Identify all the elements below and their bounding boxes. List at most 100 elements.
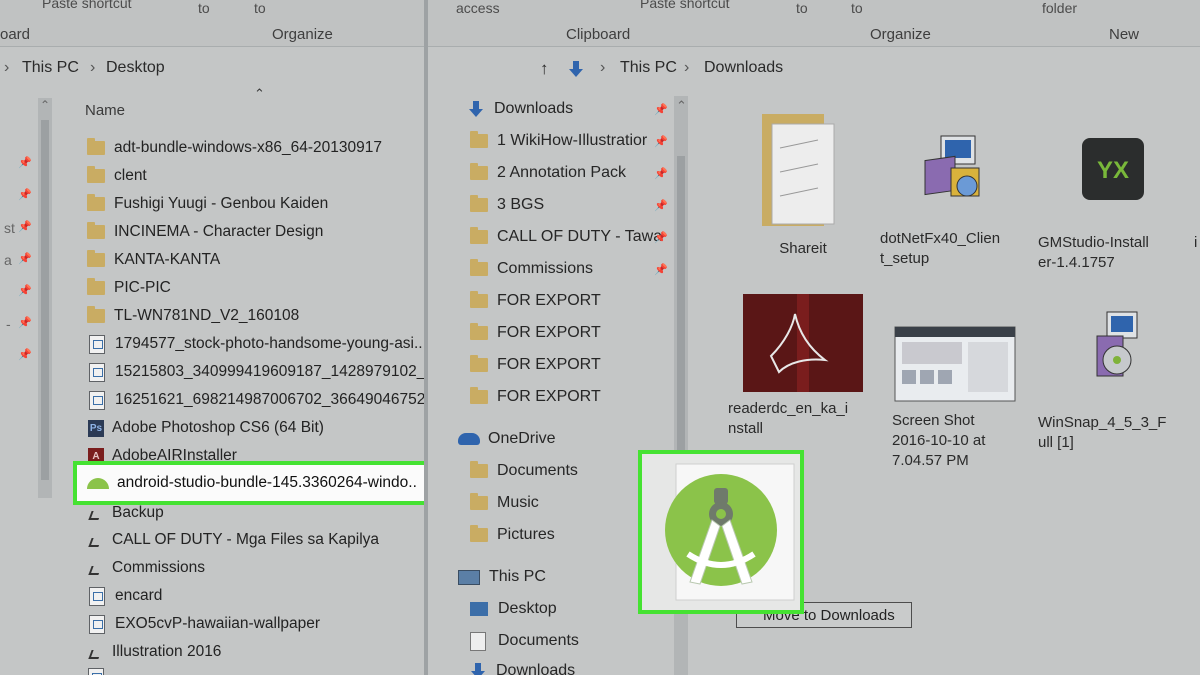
tile-dotnetfx[interactable]: dotNetFx40_Clien t_setup	[880, 128, 1030, 269]
nav-item[interactable]: 2 Annotation Pack	[470, 159, 626, 187]
list-item[interactable]: TL-WN781ND_V2_160108	[87, 303, 299, 329]
list-item[interactable]: 1794577_stock-photo-handsome-young-asi..	[89, 331, 423, 357]
left-nav-scrollbar[interactable]	[38, 98, 52, 498]
list-item[interactable]: Illustration 2016	[88, 639, 221, 665]
pin-icon[interactable]: 📌	[18, 156, 32, 169]
folder-icon	[87, 138, 105, 155]
nav-item-this-pc[interactable]: This PC	[458, 563, 546, 591]
pin-icon[interactable]: 📌	[654, 103, 668, 116]
pin-icon[interactable]: 📌	[18, 252, 32, 265]
copy-to-button[interactable]: to	[851, 0, 863, 16]
folder-icon	[470, 259, 488, 276]
nav-item[interactable]: FOR EXPORT	[470, 287, 601, 315]
list-item[interactable]: 16251621_698214987006702_3664904675216..…	[89, 387, 424, 413]
tile-screenshot[interactable]: Screen Shot 2016-10-10 at 7.04.57 PM	[880, 326, 1030, 471]
nav-fragment[interactable]: st	[4, 220, 15, 236]
screenshot-thumbnail	[894, 326, 1016, 402]
right-ribbon: access Paste shortcut to to folder Clipb…	[428, 0, 1200, 47]
right-explorer-window: access Paste shortcut to to folder Clipb…	[428, 0, 1200, 675]
folder-icon	[470, 163, 488, 180]
pin-icon[interactable]: 📌	[654, 231, 668, 244]
list-item[interactable]: adt-bundle-windows-x86_64-20130917	[87, 135, 382, 161]
nav-fragment[interactable]: a	[4, 252, 12, 268]
android-studio-icon	[665, 463, 795, 601]
nav-item[interactable]: 1 WikiHow-Illustratior	[470, 127, 647, 155]
paste-shortcut-button[interactable]: Paste shortcut	[640, 0, 730, 11]
nav-item[interactable]: Documents	[470, 627, 579, 655]
breadcrumb-separator: ›	[4, 59, 10, 76]
scroll-up-icon[interactable]: ⌃	[40, 98, 50, 112]
scrollbar-thumb[interactable]	[41, 120, 49, 480]
list-item[interactable]: clent	[87, 163, 147, 189]
nav-item[interactable]: Pictures	[470, 521, 555, 549]
folder-icon	[470, 525, 488, 542]
pin-icon[interactable]: 📌	[654, 135, 668, 148]
selected-file-android-studio[interactable]: android-studio-bundle-145.3360264-windo.…	[73, 461, 434, 505]
breadcrumb-desktop[interactable]: Desktop	[106, 59, 165, 77]
nav-item-onedrive[interactable]: OneDrive	[458, 425, 556, 453]
tile-winsnap[interactable]: WinSnap_4_5_3_F ull [1]	[1038, 310, 1188, 453]
list-item[interactable]: Ps Adobe Photoshop CS6 (64 Bit)	[88, 415, 324, 441]
nav-item[interactable]: FOR EXPORT	[470, 319, 601, 347]
list-item[interactable]: Commissions	[88, 555, 205, 581]
tile-caption: dotNetFx40_Clien t_setup	[880, 230, 1001, 267]
pin-icon[interactable]: 📌	[18, 220, 32, 233]
move-to-button[interactable]: to	[198, 0, 210, 16]
svg-text:YX: YX	[1097, 157, 1129, 184]
list-item[interactable]: Fushigi Yuugi - Genbou Kaiden	[87, 191, 328, 217]
nav-item[interactable]: Desktop	[470, 595, 557, 623]
move-to-button[interactable]: to	[796, 0, 808, 16]
nav-item[interactable]: Downloads	[470, 657, 575, 675]
dragged-android-studio-icon[interactable]	[638, 450, 804, 614]
left-address-bar[interactable]: › This PC › Desktop	[0, 48, 424, 88]
breadcrumb-this-pc[interactable]: This PC	[22, 59, 79, 77]
nav-item[interactable]: Commissions	[470, 255, 593, 283]
list-item[interactable]: encard	[89, 583, 162, 609]
nav-item[interactable]: Documents	[470, 457, 578, 485]
pin-icon[interactable]: 📌	[18, 348, 32, 361]
nav-item[interactable]: 3 BGS	[470, 191, 544, 219]
nav-item[interactable]: Music	[470, 489, 539, 517]
list-item[interactable]: 15215803_340999419609187_1428979102_o	[89, 359, 424, 385]
list-item[interactable]: EXO5cvP-hawaiian-wallpaper	[89, 611, 320, 637]
copy-to-button[interactable]: to	[254, 0, 266, 16]
new-folder-button[interactable]: folder	[1042, 0, 1077, 16]
breadcrumb-this-pc[interactable]: This PC	[620, 59, 677, 77]
tile-shareit[interactable]: Shareit	[728, 108, 878, 259]
folder-icon	[87, 278, 105, 295]
nav-item[interactable]: CALL OF DUTY - Tawa	[470, 223, 662, 251]
pin-icon[interactable]: 📌	[18, 284, 32, 297]
copy-path-access-button[interactable]: access	[456, 0, 500, 16]
folder-icon	[87, 250, 105, 267]
nav-fragment[interactable]: -	[6, 316, 11, 332]
paste-shortcut-button[interactable]: Paste shortcut	[42, 0, 132, 11]
breadcrumb-separator: ›	[90, 59, 96, 76]
installer-icon	[924, 135, 980, 197]
folder-icon	[470, 461, 488, 478]
list-item[interactable]: CALL OF DUTY - Mga Files sa Kapilya	[88, 527, 379, 553]
column-header-name[interactable]: Name	[85, 102, 125, 119]
nav-item[interactable]: FOR EXPORT	[470, 383, 601, 411]
tile-readerdc[interactable]: readerdc_en_ka_i nstall	[728, 292, 878, 439]
desktop-icon	[470, 602, 488, 616]
right-address-bar[interactable]: ↑ › This PC › Downloads	[428, 48, 1200, 88]
list-item[interactable]: PIC-PIC	[87, 275, 171, 301]
folder-icon	[470, 227, 488, 244]
list-item[interactable]: KANTA-KANTA	[87, 247, 220, 273]
up-arrow-icon[interactable]: ↑	[540, 59, 549, 79]
pin-icon[interactable]: 📌	[654, 199, 668, 212]
nav-item[interactable]: FOR EXPORT	[470, 351, 601, 379]
nav-item-downloads[interactable]: Downloads	[468, 95, 573, 123]
scroll-up-icon[interactable]: ⌃	[676, 98, 687, 114]
list-item[interactable]: INCINEMA - Character Design	[87, 219, 323, 245]
tile-fragment[interactable]: i	[1194, 234, 1197, 251]
breadcrumb-downloads[interactable]: Downloads	[704, 59, 783, 77]
pin-icon[interactable]: 📌	[654, 167, 668, 180]
tile-gmstudio[interactable]: YX GMStudio-Install er-1.4.1757	[1038, 136, 1188, 273]
photoshop-icon: Ps	[88, 419, 104, 437]
pin-icon[interactable]: 📌	[654, 263, 668, 276]
pin-icon[interactable]: 📌	[18, 316, 32, 329]
tile-caption: readerdc_en_ka_i nstall	[728, 400, 849, 437]
pin-icon[interactable]: 📌	[18, 188, 32, 201]
list-item[interactable]	[88, 664, 114, 675]
